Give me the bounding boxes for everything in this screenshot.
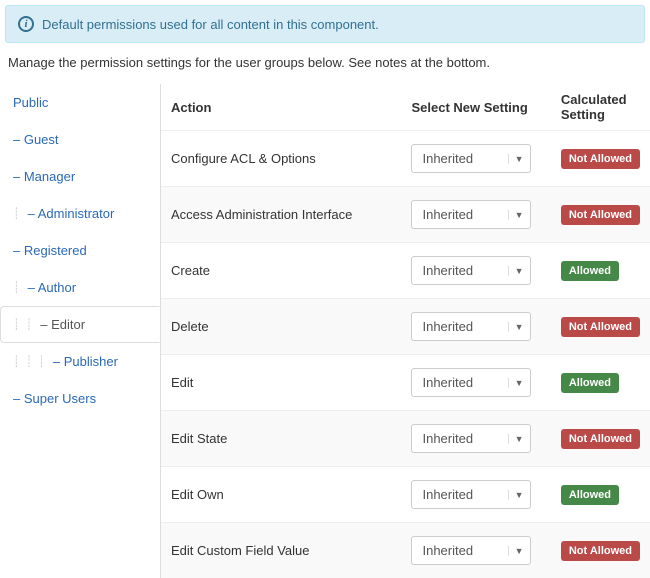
table-row: DeleteInherited▼ Not Allowed [161,299,650,355]
sidebar-item[interactable]: – Super Users [0,380,160,417]
info-banner-text: Default permissions used for all content… [42,17,379,32]
calculated-cell: Not Allowed [551,299,650,355]
setting-cell: Inherited▼ [401,355,550,411]
col-action: Action [161,84,401,131]
setting-select[interactable]: Inherited [411,480,531,509]
table-row: Edit OwnInherited▼ Allowed [161,467,650,523]
col-setting: Select New Setting [401,84,550,131]
status-badge: Allowed [561,261,619,281]
table-row: Configure ACL & OptionsInherited▼ Not All… [161,131,650,187]
status-badge: Not Allowed [561,317,640,337]
sidebar-item[interactable]: – Registered [0,232,160,269]
sidebar-item-label: – Publisher [53,354,118,369]
sidebar-item[interactable]: – Manager [0,158,160,195]
calculated-cell: Not Allowed [551,411,650,467]
status-badge: Not Allowed [561,205,640,225]
setting-select[interactable]: Inherited [411,368,531,397]
setting-select[interactable]: Inherited [411,200,531,229]
setting-cell: Inherited▼ [401,299,550,355]
action-cell: Edit State [161,411,401,467]
col-calculated: Calculated Setting [551,84,650,131]
setting-select[interactable]: Inherited [411,312,531,341]
table-row: CreateInherited▼ Allowed [161,243,650,299]
tree-indent: ┊┊ [13,318,38,331]
action-cell: Configure ACL & Options [161,131,401,187]
status-badge: Not Allowed [561,541,640,561]
usergroup-sidebar: Public– Guest– Manager┊– Administrator– … [0,84,160,578]
action-cell: Access Administration Interface [161,187,401,243]
status-badge: Not Allowed [561,149,640,169]
calculated-cell: Allowed [551,467,650,523]
calculated-cell: Allowed [551,355,650,411]
sidebar-item[interactable]: ┊┊– Editor [0,306,160,343]
table-row: Access Administration InterfaceInherited… [161,187,650,243]
setting-cell: Inherited▼ [401,131,550,187]
sidebar-item[interactable]: ┊– Administrator [0,195,160,232]
tree-indent: ┊┊┊ [13,355,51,368]
setting-cell: Inherited▼ [401,243,550,299]
calculated-cell: Not Allowed [551,131,650,187]
setting-cell: Inherited▼ [401,467,550,523]
tree-indent: ┊ [13,281,26,294]
calculated-cell: Not Allowed [551,187,650,243]
tree-indent: ┊ [13,207,26,220]
action-cell: Delete [161,299,401,355]
status-badge: Allowed [561,485,619,505]
sidebar-item-label: – Guest [13,132,59,147]
action-cell: Create [161,243,401,299]
sidebar-item[interactable]: ┊┊┊– Publisher [0,343,160,380]
sidebar-item-label: – Super Users [13,391,96,406]
sidebar-item[interactable]: Public [0,84,160,121]
setting-select[interactable]: Inherited [411,536,531,565]
sidebar-item-label: – Registered [13,243,87,258]
info-icon: i [18,16,34,32]
table-row: Edit Custom Field ValueInherited▼ Not All… [161,523,650,578]
action-cell: Edit [161,355,401,411]
setting-cell: Inherited▼ [401,187,550,243]
calculated-cell: Not Allowed [551,523,650,578]
info-banner: i Default permissions used for all conte… [5,5,645,43]
setting-select[interactable]: Inherited [411,144,531,173]
permissions-table: Action Select New Setting Calculated Set… [161,84,650,578]
instructions-text: Manage the permission settings for the u… [8,55,642,70]
action-cell: Edit Custom Field Value [161,523,401,578]
sidebar-item-label: – Administrator [28,206,115,221]
setting-select[interactable]: Inherited [411,256,531,285]
sidebar-item-label: Public [13,95,48,110]
status-badge: Allowed [561,373,619,393]
setting-cell: Inherited▼ [401,411,550,467]
calculated-cell: Allowed [551,243,650,299]
status-badge: Not Allowed [561,429,640,449]
setting-cell: Inherited▼ [401,523,550,578]
table-row: Edit StateInherited▼ Not Allowed [161,411,650,467]
setting-select[interactable]: Inherited [411,424,531,453]
sidebar-item-label: – Author [28,280,76,295]
table-row: EditInherited▼ Allowed [161,355,650,411]
sidebar-item-label: – Editor [40,317,85,332]
sidebar-item-label: – Manager [13,169,75,184]
action-cell: Edit Own [161,467,401,523]
sidebar-item[interactable]: ┊– Author [0,269,160,306]
sidebar-item[interactable]: – Guest [0,121,160,158]
